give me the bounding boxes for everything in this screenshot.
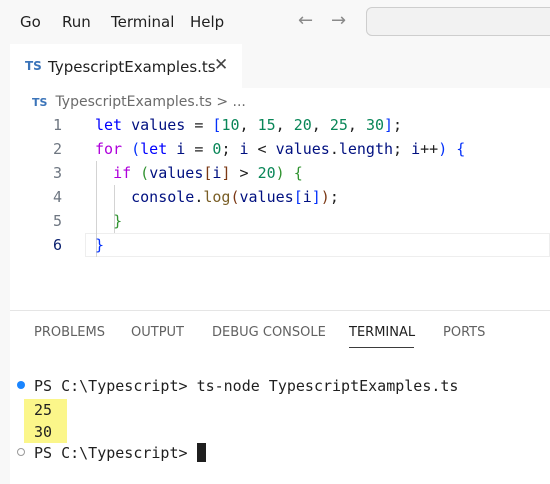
typescript-file-icon: TS (25, 59, 42, 73)
terminal-output-line: 25 (34, 401, 53, 419)
terminal-input-line[interactable]: PS C:\Typescript> (34, 442, 206, 464)
code-text: for (let i = 0; i < values.length; i++) … (95, 140, 466, 158)
tab-label: TypescriptExamples.ts (48, 58, 216, 76)
code-line[interactable]: 1 let values = [10, 15, 20, 25, 30]; (10, 113, 550, 137)
code-line[interactable]: 6} (10, 233, 550, 257)
line-number: 2 (52, 140, 62, 158)
tab-problems[interactable]: PROBLEMS (34, 325, 105, 340)
code-line[interactable]: 4 console.log(values[i]); (10, 185, 550, 209)
typescript-file-icon: TS (32, 96, 48, 109)
tab-debug-console[interactable]: DEBUG CONSOLE (212, 325, 326, 340)
code-text: if (values[i] > 20) { (113, 164, 303, 182)
line-number: 5 (52, 212, 62, 230)
close-icon[interactable]: ✕ (214, 55, 228, 75)
code-text: let values = [10, 15, 20, 25, 30]; (95, 116, 403, 134)
terminal-command: ts-node TypescriptExamples.ts (196, 377, 459, 395)
back-arrow-icon[interactable]: ← (298, 10, 313, 31)
active-tab-indicator (349, 347, 414, 348)
bottom-panel: PROBLEMS OUTPUT DEBUG CONSOLE TERMINAL P… (10, 310, 550, 484)
tab-typescript-examples[interactable]: TS TypescriptExamples.ts ✕ (10, 44, 242, 88)
line-number: 3 (52, 164, 62, 182)
menu-help[interactable]: Help (190, 13, 224, 31)
breadcrumb-file[interactable]: TypescriptExamples.ts (55, 94, 211, 110)
breadcrumb-more[interactable]: ... (233, 94, 246, 110)
command-pending-dot-icon[interactable] (17, 448, 25, 456)
code-line[interactable]: 3 if (values[i] > 20) { (10, 161, 550, 185)
code-text: console.log(values[i]); (131, 188, 339, 206)
menu-run[interactable]: Run (62, 13, 91, 31)
menu-terminal[interactable]: Terminal (111, 13, 174, 31)
tab-terminal[interactable]: TERMINAL (349, 325, 415, 340)
tab-output[interactable]: OUTPUT (131, 325, 184, 340)
line-number: 4 (52, 188, 62, 206)
code-text: } (113, 212, 123, 230)
line-number: 6 (52, 236, 62, 254)
forward-arrow-icon[interactable]: → (331, 10, 346, 31)
code-text: } (95, 236, 105, 254)
terminal-command-line: PS C:\Typescript> ts-node TypescriptExam… (34, 375, 458, 397)
tab-ports[interactable]: PORTS (443, 325, 485, 340)
line-number: 1 (52, 116, 62, 134)
terminal-prompt: PS C:\Typescript> (34, 444, 197, 462)
command-center-search[interactable] (366, 7, 550, 36)
menu-bar: Go Run Terminal Help ← → (0, 0, 550, 44)
code-editor[interactable]: TS TypescriptExamples.ts > ... 1 let value… (10, 88, 550, 310)
command-success-dot-icon[interactable] (17, 381, 25, 389)
terminal-cursor (196, 443, 206, 462)
breadcrumb: TS TypescriptExamples.ts > ... (32, 94, 246, 110)
terminal-output-line: 30 (34, 423, 53, 441)
terminal-prompt: PS C:\Typescript> (34, 377, 197, 395)
chevron-right-icon: > (216, 94, 229, 110)
menu-go[interactable]: Go (20, 13, 41, 31)
code-line[interactable]: 2 for (let i = 0; i < values.length; i++)… (10, 137, 550, 161)
code-line[interactable]: 5 } (10, 209, 550, 233)
